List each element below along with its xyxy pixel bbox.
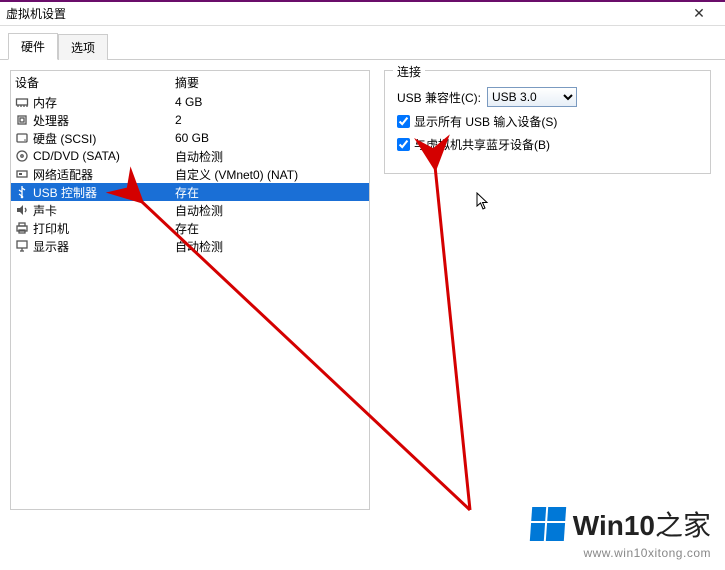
device-label: 网络适配器 bbox=[33, 166, 93, 183]
watermark: Win10之家 www.win10xitong.com bbox=[531, 504, 711, 560]
sound-icon bbox=[15, 203, 29, 217]
device-label: 声卡 bbox=[33, 202, 57, 219]
device-row[interactable]: 打印机 存在 bbox=[11, 219, 369, 237]
tab-strip: 硬件 选项 bbox=[0, 26, 725, 60]
device-list: 设备 摘要 内存 4 GB 处理器 2 硬盘 (SCSI) 60 GB CD/D… bbox=[10, 70, 370, 510]
cursor-icon bbox=[476, 192, 490, 215]
cd-icon bbox=[15, 149, 29, 163]
device-label: 处理器 bbox=[33, 112, 69, 129]
device-row[interactable]: 处理器 2 bbox=[11, 111, 369, 129]
watermark-url: www.win10xitong.com bbox=[531, 546, 711, 560]
device-summary: 自动检测 bbox=[175, 238, 365, 255]
printer-icon bbox=[15, 221, 29, 235]
connection-legend: 连接 bbox=[393, 63, 425, 80]
display-icon bbox=[15, 239, 29, 253]
watermark-brand: Win10之家 bbox=[573, 504, 711, 544]
device-summary: 4 GB bbox=[175, 95, 365, 109]
column-device: 设备 bbox=[15, 74, 175, 91]
device-list-header: 设备 摘要 bbox=[11, 71, 369, 93]
memory-icon bbox=[15, 95, 29, 109]
window-title: 虚拟机设置 bbox=[6, 5, 66, 22]
close-button[interactable]: ✕ bbox=[679, 5, 719, 22]
windows-logo-icon bbox=[530, 507, 566, 541]
device-summary: 自动检测 bbox=[175, 202, 365, 219]
device-label: USB 控制器 bbox=[33, 184, 97, 201]
device-row[interactable]: 内存 4 GB bbox=[11, 93, 369, 111]
usb-icon bbox=[15, 185, 29, 199]
device-summary: 60 GB bbox=[175, 131, 365, 145]
device-row[interactable]: USB 控制器 存在 bbox=[11, 183, 369, 201]
settings-panel: 连接 USB 兼容性(C): USB 3.0 显示所有 USB 输入设备(S) … bbox=[380, 70, 715, 550]
device-summary: 存在 bbox=[175, 184, 365, 201]
device-label: 硬盘 (SCSI) bbox=[33, 130, 96, 147]
device-label: CD/DVD (SATA) bbox=[33, 149, 120, 163]
column-summary: 摘要 bbox=[175, 74, 365, 91]
device-summary: 自定义 (VMnet0) (NAT) bbox=[175, 166, 365, 183]
share-bluetooth-checkbox[interactable] bbox=[397, 138, 410, 151]
device-row[interactable]: 声卡 自动检测 bbox=[11, 201, 369, 219]
share-bluetooth-label: 与虚拟机共享蓝牙设备(B) bbox=[414, 136, 550, 153]
device-label: 显示器 bbox=[33, 238, 69, 255]
usb-compat-select[interactable]: USB 3.0 bbox=[487, 87, 577, 107]
network-icon bbox=[15, 167, 29, 181]
show-all-usb-row: 显示所有 USB 输入设备(S) bbox=[397, 113, 698, 130]
device-row[interactable]: 显示器 自动检测 bbox=[11, 237, 369, 255]
device-row[interactable]: 硬盘 (SCSI) 60 GB bbox=[11, 129, 369, 147]
usb-compat-label: USB 兼容性(C): bbox=[397, 89, 481, 106]
device-row[interactable]: 网络适配器 自定义 (VMnet0) (NAT) bbox=[11, 165, 369, 183]
show-all-usb-checkbox[interactable] bbox=[397, 115, 410, 128]
tab-options[interactable]: 选项 bbox=[58, 34, 108, 60]
usb-compat-row: USB 兼容性(C): USB 3.0 bbox=[397, 87, 698, 107]
connection-group: 连接 USB 兼容性(C): USB 3.0 显示所有 USB 输入设备(S) … bbox=[384, 70, 711, 174]
device-row[interactable]: CD/DVD (SATA) 自动检测 bbox=[11, 147, 369, 165]
show-all-usb-label: 显示所有 USB 输入设备(S) bbox=[414, 113, 557, 130]
device-label: 内存 bbox=[33, 94, 57, 111]
device-summary: 2 bbox=[175, 113, 365, 127]
disk-icon bbox=[15, 131, 29, 145]
titlebar: 虚拟机设置 ✕ bbox=[0, 0, 725, 26]
share-bluetooth-row: 与虚拟机共享蓝牙设备(B) bbox=[397, 136, 698, 153]
device-summary: 自动检测 bbox=[175, 148, 365, 165]
device-label: 打印机 bbox=[33, 220, 69, 237]
tab-hardware[interactable]: 硬件 bbox=[8, 33, 58, 60]
device-summary: 存在 bbox=[175, 220, 365, 237]
dialog-body: 设备 摘要 内存 4 GB 处理器 2 硬盘 (SCSI) 60 GB CD/D… bbox=[0, 60, 725, 560]
cpu-icon bbox=[15, 113, 29, 127]
